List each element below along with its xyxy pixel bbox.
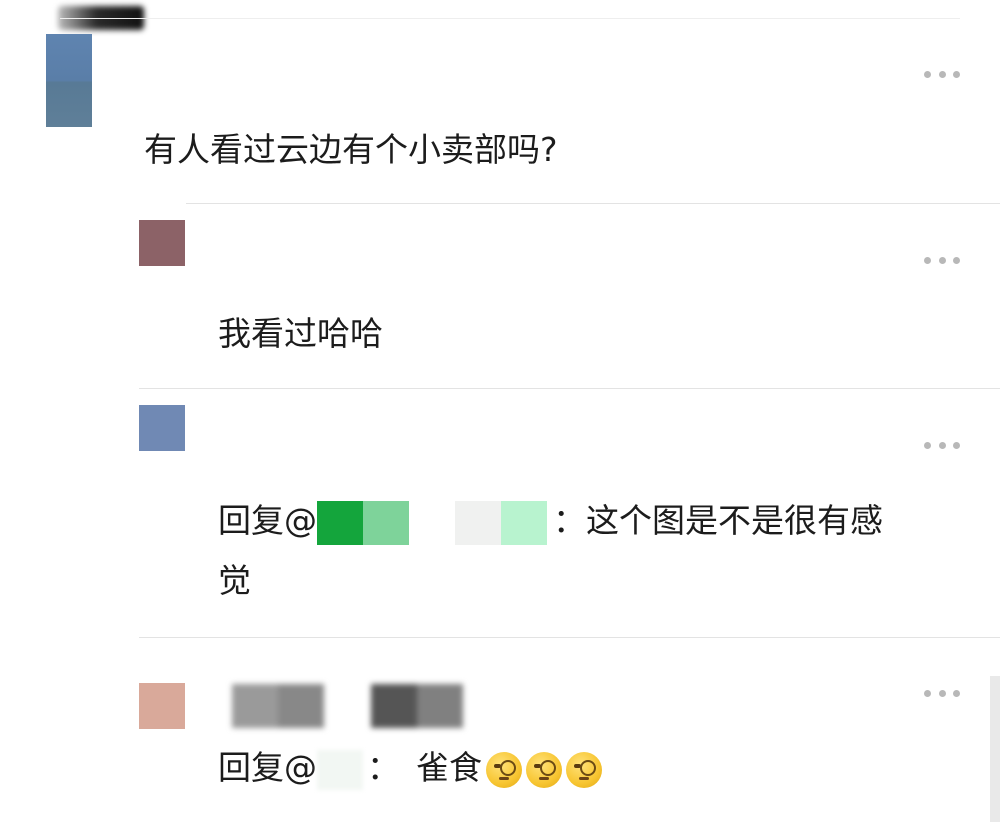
avatar[interactable] (139, 405, 185, 451)
monocle-face-icon (566, 751, 602, 788)
dot-icon (953, 256, 960, 264)
dot-icon (924, 689, 931, 697)
comment-thread: 有人看过云边有个小卖部吗? 我看过哈哈 回复@ ：这个图是不是很有感 觉 回复@… (0, 0, 1000, 822)
dot-icon (924, 441, 931, 449)
reply-separator: ： (553, 501, 586, 540)
divider (60, 18, 960, 19)
more-options-button[interactable] (924, 688, 960, 698)
reply-prefix: 回复@ (218, 748, 317, 787)
mention-username-redacted[interactable] (317, 749, 363, 790)
dot-icon (953, 441, 960, 449)
dot-icon (938, 256, 946, 264)
reply-text: 回复@ ： 雀食 (218, 740, 602, 796)
dot-icon (938, 689, 946, 697)
dot-icon (924, 256, 931, 264)
username-blur (371, 684, 463, 728)
monocle-face-icon (486, 751, 522, 788)
more-options-button[interactable] (924, 255, 960, 265)
avatar[interactable] (139, 683, 185, 729)
comment-text: 有人看过云边有个小卖部吗? (144, 130, 558, 169)
avatar[interactable] (46, 34, 92, 127)
dot-icon (924, 70, 931, 78)
divider (186, 203, 1000, 204)
reply-separator: ： (367, 748, 400, 787)
reply-prefix: 回复@ (218, 501, 317, 540)
dot-icon (953, 70, 960, 78)
reply-body: 雀食 (416, 748, 482, 787)
divider (139, 637, 1000, 638)
comment-text: 我看过哈哈 (218, 314, 383, 353)
username-blur (232, 684, 324, 728)
dot-icon (953, 689, 960, 697)
monocle-face-icon (526, 751, 562, 788)
reply-text: 回复@ ：这个图是不是很有感 (218, 493, 958, 553)
avatar[interactable] (139, 220, 185, 266)
reply-text-continued: 觉 (218, 561, 251, 600)
more-options-button[interactable] (924, 440, 960, 450)
divider (139, 388, 1000, 389)
more-options-button[interactable] (924, 69, 960, 79)
reply-body: 这个图是不是很有感 (586, 501, 883, 540)
dot-icon (938, 441, 946, 449)
dot-icon (938, 70, 946, 78)
mention-username-redacted[interactable] (317, 500, 547, 545)
scrollbar[interactable] (990, 676, 1000, 822)
